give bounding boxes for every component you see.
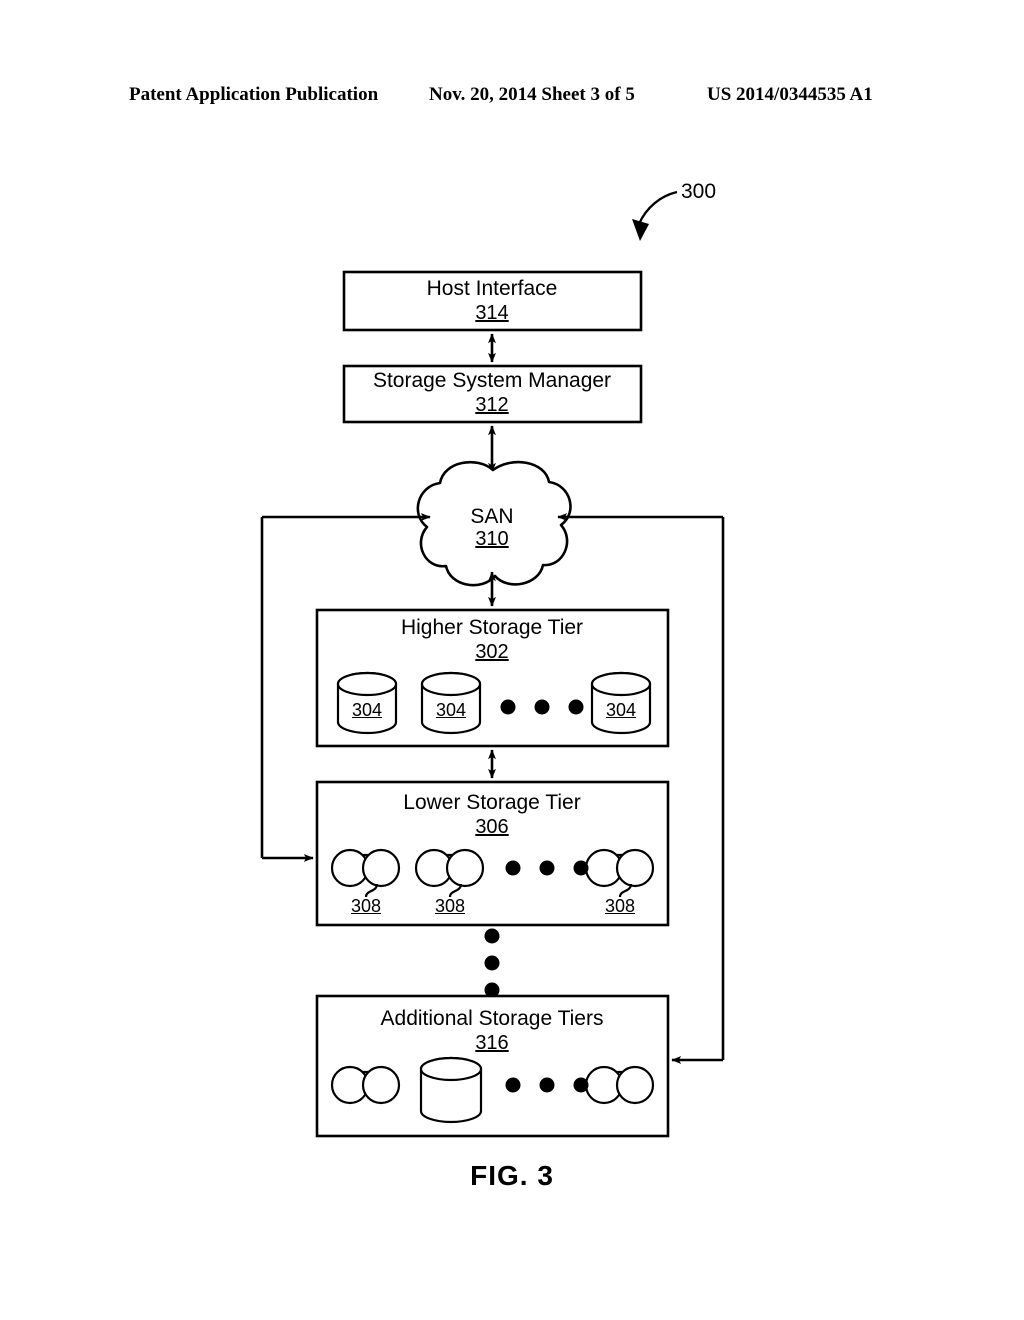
higher-storage-tier-ref: 302 bbox=[475, 641, 509, 663]
storage-system-manager-title: Storage System Manager bbox=[372, 369, 612, 392]
system-callout-label: 300 bbox=[681, 180, 717, 203]
lower-tier-tape-ref: 308 bbox=[350, 896, 382, 916]
vertical-ellipsis-dot bbox=[484, 928, 500, 944]
san-cloud-ref: 310 bbox=[475, 528, 509, 550]
ellipsis-dot bbox=[539, 1077, 555, 1093]
ellipsis-dot bbox=[534, 699, 550, 715]
ellipsis-dot bbox=[568, 699, 584, 715]
higher-tier-disk-ref: 304 bbox=[435, 700, 467, 720]
ellipsis-dot bbox=[500, 699, 516, 715]
host-interface-ref: 314 bbox=[475, 302, 509, 324]
disk-cylinder-icon bbox=[419, 1056, 483, 1124]
lower-tier-tape-ref: 308 bbox=[434, 896, 466, 916]
higher-storage-tier-title: Higher Storage Tier bbox=[400, 616, 584, 639]
vertical-ellipsis-dot bbox=[484, 955, 500, 971]
lower-storage-tier-ref: 306 bbox=[475, 816, 509, 838]
lower-storage-tier-title: Lower Storage Tier bbox=[403, 791, 581, 814]
ellipsis-dot bbox=[539, 860, 555, 876]
ellipsis-dot bbox=[573, 860, 589, 876]
figure-drawing bbox=[260, 190, 725, 1138]
ellipsis-dot bbox=[505, 1077, 521, 1093]
san-cloud-title: SAN bbox=[470, 505, 514, 528]
host-interface-title: Host Interface bbox=[426, 277, 558, 300]
figure-caption: FIG. 3 bbox=[470, 1160, 554, 1191]
system-callout-leader bbox=[632, 190, 678, 241]
additional-storage-tiers-ref: 316 bbox=[475, 1032, 509, 1054]
higher-tier-disk-ref: 304 bbox=[351, 700, 383, 720]
additional-storage-tiers-title: Additional Storage Tiers bbox=[380, 1007, 604, 1030]
ellipsis-dot bbox=[505, 860, 521, 876]
ellipsis-dot bbox=[573, 1077, 589, 1093]
higher-tier-disk-ref: 304 bbox=[605, 700, 637, 720]
lower-tier-tape-ref: 308 bbox=[604, 896, 636, 916]
storage-system-manager-ref: 312 bbox=[475, 394, 509, 416]
